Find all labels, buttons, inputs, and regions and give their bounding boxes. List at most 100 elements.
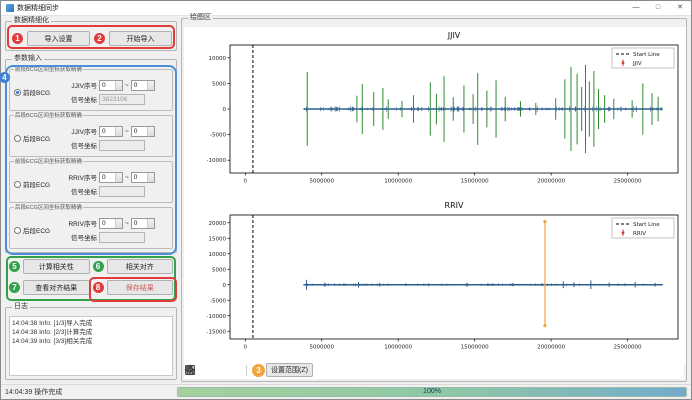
radio-label: 前段ECG — [23, 179, 50, 189]
maximize-button[interactable]: □ — [647, 1, 669, 15]
svg-text:5000000: 5000000 — [309, 179, 334, 185]
signal-coord-field[interactable] — [99, 232, 145, 243]
toolbar-separator — [246, 365, 247, 376]
coord-label: 信号坐标 — [63, 140, 97, 150]
radio-label: 后段BCG — [23, 133, 50, 143]
param-subgroup-list: 前段BCG区间坐标获取精确前段BCGJJIV序号0~0信号坐标3823106后段… — [9, 69, 173, 249]
figure-canvas: JJIV050000001000000015000000200000002500… — [184, 27, 684, 379]
subgroup-title: 后段BCG区间坐标获取精确 — [14, 112, 83, 120]
sequence-to-spinbox[interactable]: 0 — [131, 80, 155, 91]
sequence-to-spinbox[interactable]: 0 — [131, 126, 155, 137]
save-figure-icon[interactable] — [356, 363, 370, 377]
sequence-label: RRIV序号 — [63, 218, 97, 228]
radio-button[interactable] — [14, 181, 21, 188]
svg-text:25000000: 25000000 — [614, 345, 642, 351]
view-align-result-button[interactable]: 查看对齐结果 — [23, 280, 90, 295]
annotation-marker-6: 6 — [93, 261, 104, 272]
close-button[interactable]: ✕ — [669, 1, 691, 15]
radio-button[interactable] — [14, 89, 21, 96]
svg-text:-10000: -10000 — [207, 158, 227, 164]
svg-text:0: 0 — [244, 179, 248, 185]
svg-text:RRIV: RRIV — [633, 231, 646, 237]
correlation-align-button[interactable]: 相关对齐 — [107, 259, 174, 274]
svg-text:15000000: 15000000 — [461, 345, 489, 351]
signal-coord-field[interactable] — [99, 186, 145, 197]
radio-button[interactable] — [14, 227, 21, 234]
svg-text:15000000: 15000000 — [461, 179, 489, 185]
app-icon — [6, 4, 14, 12]
svg-text:JJIV: JJIV — [447, 31, 461, 40]
svg-text:10000: 10000 — [209, 252, 227, 258]
svg-text:10000: 10000 — [209, 56, 227, 62]
main-area: 数据精细化 1 导入设置 2 开始导入 参数输入 4 前段BCG区间坐标获取精确… — [1, 16, 691, 384]
status-message: 14:04:39 操作完成 — [5, 387, 171, 397]
annotation-marker-5: 5 — [9, 261, 20, 272]
range-tilde: ~ — [125, 82, 129, 89]
svg-text:15000: 15000 — [209, 236, 227, 242]
svg-text:5000: 5000 — [212, 81, 226, 87]
plot-toolbar: 3 设置范围(Z) — [184, 361, 684, 379]
plot-panel-title: 绘图区 — [188, 13, 213, 23]
param-subgroup-2: 后段BCG区间坐标获取精确后段BCGJJIV序号0~0信号坐标 — [9, 115, 173, 157]
sequence-label: JJIV序号 — [63, 126, 97, 136]
params-group: 参数输入 4 前段BCG区间坐标获取精确前段BCGJJIV序号0~0信号坐标38… — [5, 59, 177, 253]
log-area: 14:04:38 Info: [1/3]导入完成14:04:38 Info: [… — [9, 316, 173, 376]
signal-coord-field[interactable]: 3823106 — [99, 94, 145, 105]
svg-text:0: 0 — [223, 283, 227, 289]
coord-label: 信号坐标 — [63, 232, 97, 242]
left-panel: 数据精细化 1 导入设置 2 开始导入 参数输入 4 前段BCG区间坐标获取精确… — [5, 19, 177, 382]
param-subgroup-4: 后段ECG区间坐标获取精确后段ECGRRIV序号0~0信号坐标 — [9, 207, 173, 249]
radio-option-3[interactable]: 前段ECG — [14, 179, 60, 189]
forward-icon[interactable] — [227, 363, 241, 377]
signal-coord-field[interactable] — [99, 140, 145, 151]
annotation-marker-1: 1 — [12, 33, 23, 44]
sequence-from-spinbox[interactable]: 0 — [99, 218, 123, 229]
range-tilde: ~ — [125, 174, 129, 181]
svg-text:10000000: 10000000 — [384, 179, 412, 185]
radio-option-4[interactable]: 后段ECG — [14, 225, 60, 235]
sequence-to-spinbox[interactable]: 0 — [131, 172, 155, 183]
sequence-from-spinbox[interactable]: 0 — [99, 126, 123, 137]
refine-group-title: 数据精细化 — [12, 16, 51, 26]
sequence-to-spinbox[interactable]: 0 — [131, 218, 155, 229]
annotation-marker-3: 3 — [252, 364, 265, 377]
radio-option-1[interactable]: 前段BCG — [14, 87, 60, 97]
window-title: 数据精细同步 — [17, 3, 59, 13]
svg-text:20000000: 20000000 — [537, 179, 565, 185]
radio-label: 前段BCG — [23, 87, 50, 97]
start-import-button[interactable]: 开始导入 — [109, 31, 172, 46]
subgroup-title: 后段ECG区间坐标获取精确 — [14, 204, 83, 212]
svg-text:10000000: 10000000 — [384, 345, 412, 351]
param-subgroup-3: 前段ECG区间坐标获取精确前段ECGRRIV序号0~0信号坐标 — [9, 161, 173, 203]
radio-option-2[interactable]: 后段BCG — [14, 133, 60, 143]
svg-text:20000: 20000 — [209, 221, 227, 227]
coord-label: 信号坐标 — [63, 186, 97, 196]
log-line: 14:04:38 Info: [2/3]计算完成 — [12, 328, 170, 337]
params-group-title: 参数输入 — [12, 54, 44, 64]
save-result-button[interactable]: 保存结果 — [107, 280, 174, 295]
set-range-button[interactable]: 设置范围(Z) — [266, 363, 313, 377]
radio-button[interactable] — [14, 135, 21, 142]
svg-text:25000000: 25000000 — [614, 179, 642, 185]
calc-correlation-button[interactable]: 计算相关性 — [23, 259, 90, 274]
log-line: 14:04:38 Info: [1/3]导入完成 — [12, 319, 170, 328]
svg-text:5000: 5000 — [212, 267, 226, 273]
sequence-from-spinbox[interactable]: 0 — [99, 80, 123, 91]
svg-text:Start Line: Start Line — [633, 222, 660, 228]
pan-icon[interactable] — [318, 363, 332, 377]
annotation-marker-2: 2 — [94, 33, 105, 44]
sequence-from-spinbox[interactable]: 0 — [99, 172, 123, 183]
sequence-label: JJIV序号 — [63, 80, 97, 90]
zoom-icon[interactable] — [337, 363, 351, 377]
titlebar: 数据精细同步 — □ ✕ — [1, 1, 691, 16]
svg-text:0: 0 — [223, 107, 227, 113]
annotation-marker-8: 8 — [93, 282, 104, 293]
svg-text:-5000: -5000 — [210, 298, 226, 304]
window-controls: — □ ✕ — [625, 1, 691, 15]
minimize-button[interactable]: — — [625, 1, 647, 15]
import-settings-button[interactable]: 导入设置 — [27, 31, 90, 46]
back-icon[interactable] — [208, 363, 222, 377]
svg-text:-15000: -15000 — [207, 329, 227, 335]
svg-text:0: 0 — [244, 345, 248, 351]
param-subgroup-1: 前段BCG区间坐标获取精确前段BCGJJIV序号0~0信号坐标3823106 — [9, 69, 173, 111]
